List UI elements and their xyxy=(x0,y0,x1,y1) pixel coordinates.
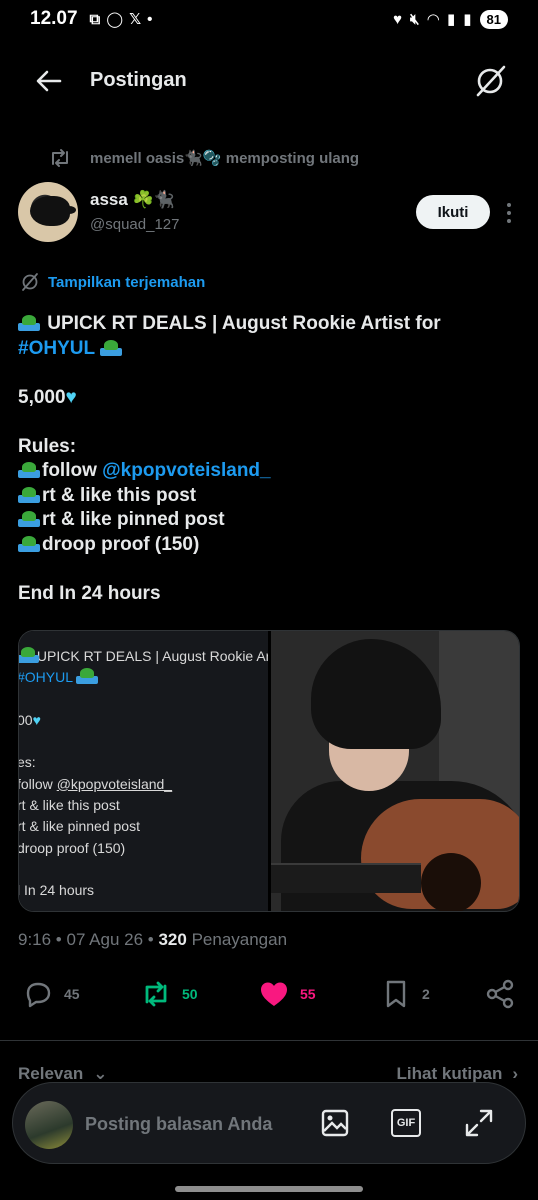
signal-icon: ▮ xyxy=(447,11,456,28)
bookmark-icon xyxy=(386,980,406,1008)
share-icon xyxy=(486,979,514,1009)
signal-icon: ▮ xyxy=(463,11,472,28)
wifi-icon: ◠ xyxy=(427,11,439,28)
rule-item: rt & like this post xyxy=(42,484,197,506)
sort-relevant-dropdown[interactable]: Relevan ⌄ xyxy=(18,1064,107,1084)
user-avatar xyxy=(25,1101,73,1149)
heart-filled-icon xyxy=(261,982,287,1006)
home-indicator[interactable] xyxy=(175,1186,363,1192)
repost-text: memell oasis🐈‍⬛🫧 memposting ulang xyxy=(90,150,360,167)
island-emoji-icon xyxy=(18,509,40,527)
reply-composer[interactable]: Posting balasan Anda GIF xyxy=(12,1082,526,1164)
dot-icon: • xyxy=(147,10,153,28)
heart-icon: ♥ xyxy=(393,10,402,28)
view-quotes-link[interactable]: Lihat kutipan › xyxy=(397,1064,518,1084)
screen-record-icon: ⧉ xyxy=(89,10,101,28)
author-handle[interactable]: @squad_127 xyxy=(90,216,179,233)
repost-button[interactable]: 50 xyxy=(140,978,198,1010)
translate-label: Tampilkan terjemahan xyxy=(48,273,206,291)
island-emoji-icon xyxy=(18,485,40,503)
action-bar: 45 50 55 2 xyxy=(0,978,538,1016)
divider xyxy=(0,1040,538,1041)
reply-icon xyxy=(26,982,51,1008)
status-time: 12.07 xyxy=(30,8,78,29)
page-title: Postingan xyxy=(90,69,187,91)
author-name[interactable]: assa ☘️🐈‍⬛ xyxy=(90,190,175,210)
island-emoji-icon xyxy=(18,313,40,331)
reply-input[interactable]: Posting balasan Anda xyxy=(85,1114,272,1135)
chevron-down-icon: ⌄ xyxy=(93,1064,108,1083)
more-options-icon[interactable] xyxy=(500,200,518,226)
status-bar: 12.07 ⧉ ◯ 𝕏 • ♥ 🔇︎ ◠ ▮ ▮ 81 xyxy=(0,0,538,38)
rule-item: droop proof (150) xyxy=(42,533,200,555)
blue-heart-icon: ♥ xyxy=(65,386,77,408)
gif-icon[interactable]: GIF xyxy=(391,1109,421,1137)
grok-icon[interactable] xyxy=(472,63,508,99)
header: Postingan xyxy=(0,58,538,104)
expand-icon[interactable] xyxy=(463,1107,495,1139)
mute-icon: 🔇︎ xyxy=(410,10,420,28)
repost-indicator[interactable]: memell oasis🐈‍⬛🫧 memposting ulang xyxy=(48,148,359,168)
repost-icon xyxy=(52,149,68,167)
reply-sort-bar: Relevan ⌄ Lihat kutipan › xyxy=(18,1064,518,1084)
image-icon[interactable] xyxy=(319,1107,351,1139)
tweet-body: UPICK RT DEALS | August Rookie Artist fo… xyxy=(18,312,518,606)
tweet-title: UPICK RT DEALS | August Rookie Artist fo… xyxy=(42,313,441,334)
x-icon: 𝕏 xyxy=(129,11,142,28)
island-emoji-icon xyxy=(18,460,40,478)
amount-text: 5,000 xyxy=(18,386,66,408)
media-screenshot-image[interactable]: UPICK RT DEALS | August Rookie Art #OHYU… xyxy=(19,631,268,911)
rules-title: Rules: xyxy=(18,435,77,457)
hashtag-link[interactable]: #OHYUL xyxy=(18,338,95,359)
bookmark-button[interactable]: 2 xyxy=(380,978,430,1010)
mention-link[interactable]: @kpopvoteisland_ xyxy=(102,460,270,481)
chevron-right-icon: › xyxy=(512,1064,518,1083)
view-count: 320 xyxy=(158,930,187,949)
whatsapp-icon: ◯ xyxy=(106,11,124,28)
media-photo-image[interactable] xyxy=(271,631,519,911)
island-emoji-icon xyxy=(18,534,40,552)
translate-link[interactable]: Tampilkan terjemahan xyxy=(20,272,205,292)
repost-icon xyxy=(145,981,167,1007)
timestamp: 9:16 • 07 Agu 26 • xyxy=(18,930,159,949)
media-grid: UPICK RT DEALS | August Rookie Art #OHYU… xyxy=(18,630,520,912)
back-arrow-icon[interactable] xyxy=(34,66,64,96)
rule-item: rt & like pinned post xyxy=(42,509,225,530)
tweet-meta: 9:16 • 07 Agu 26 • 320 Penayangan xyxy=(18,930,288,949)
share-button[interactable] xyxy=(484,978,516,1010)
island-emoji-icon xyxy=(100,338,123,356)
battery-badge: 81 xyxy=(479,9,508,29)
follow-button[interactable]: Ikuti xyxy=(416,195,490,229)
grok-translate-icon xyxy=(22,273,38,291)
like-button[interactable]: 55 xyxy=(258,978,316,1010)
author-avatar[interactable] xyxy=(18,182,78,242)
reply-button[interactable]: 45 xyxy=(22,978,80,1010)
end-text: End In 24 hours xyxy=(18,582,161,604)
